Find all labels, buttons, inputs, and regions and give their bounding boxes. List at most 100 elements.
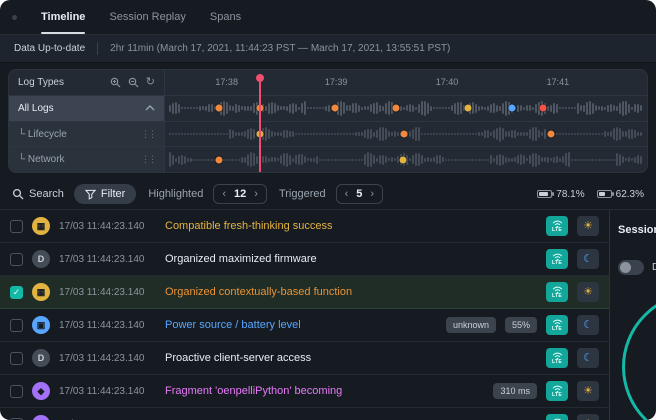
highlighted-prev-icon[interactable]: ‹ [222,189,226,200]
row-checkbox[interactable] [10,352,23,365]
row-checkbox[interactable]: ✓ [10,286,23,299]
event-marker-dot[interactable] [215,105,222,112]
search-label: Search [29,188,64,200]
event-marker-dot[interactable] [508,105,515,112]
drag-handle-icon[interactable]: ⋮⋮ [141,129,155,140]
lte-button[interactable]: LTE [546,315,568,335]
battery-icon [597,190,612,198]
app-window: Timeline Session Replay Spans Data Up-to-d… [0,0,656,420]
battery-stat: 78.1% [537,189,584,200]
row-message: Fragment 'oenpelliPython' becoming [165,385,484,397]
timeline-tracks-area: 17:3817:3917:4017:41 [165,70,647,172]
event-marker-dot[interactable] [215,156,222,163]
event-marker-dot[interactable] [547,131,554,138]
tab-timeline[interactable]: Timeline [41,0,85,34]
track-all-logs [165,95,647,121]
log-row[interactable]: ▣17/03 11:44:23.140Power source / batter… [0,309,609,342]
filter-label: Filter [101,188,125,200]
timeline-panel: Log Types ↻ All Logs└ Lifecycle⋮⋮└ Netwo… [8,69,648,173]
log-row[interactable]: ▦17/03 11:44:23.140Compatible fresh-thin… [0,210,609,243]
event-marker-dot[interactable] [400,156,407,163]
reset-zoom-icon[interactable]: ↻ [146,77,155,88]
session-toggle[interactable] [618,260,644,275]
moon-icon-button[interactable]: ☾ [577,249,599,269]
log-type-icon: ▣ [32,316,50,334]
filter-bar: Search Filter Highlighted ‹ 12 › Trigger… [0,179,656,209]
tab-spans[interactable]: Spans [210,0,241,34]
log-type-row-network[interactable]: └ Network ⋮⋮ [9,146,164,172]
event-marker-dot[interactable] [540,105,547,112]
data-status-label: Data Up-to-date [14,43,85,54]
row-checkbox[interactable] [10,385,23,398]
log-row[interactable]: D17/03 11:44:23.140Organized maximized f… [0,243,609,276]
chevron-up-icon[interactable] [145,103,155,114]
log-row[interactable]: ◆17/03 11:44:23.140Fragment 'oenpelliPyt… [0,375,609,408]
triggered-value: 5 [356,188,362,200]
moon-icon-button[interactable]: ☾ [577,315,599,335]
moon-icon-button[interactable]: ☾ [577,348,599,368]
log-type-label: └ Network [18,154,65,165]
drag-handle-icon[interactable]: ⋮⋮ [141,154,155,165]
lte-button[interactable]: LTE [546,414,568,420]
lte-button[interactable]: LTE [546,348,568,368]
lte-button[interactable]: LTE [546,216,568,236]
log-type-icon: ◆ [32,382,50,400]
tabs-bar: Timeline Session Replay Spans [0,0,656,34]
data-range-bar: Data Up-to-date 2hr 11min (March 17, 202… [0,34,656,63]
session-panel: Session Replay Dark [609,210,656,420]
sun-icon-button[interactable]: ☀ [577,216,599,236]
axis-tick-label: 17:40 [436,77,459,87]
row-message: Proactive client-server access [165,352,537,364]
filter-button[interactable]: Filter [74,184,136,204]
sun-icon-button[interactable]: ☀ [577,414,599,420]
search-button[interactable]: Search [12,188,64,200]
log-type-icon: ▦ [32,283,50,301]
zoom-out-icon[interactable] [128,77,139,88]
lte-button[interactable]: LTE [546,381,568,401]
log-row[interactable]: ◆17/03 11:44:23.140LTE☀ [0,408,609,420]
log-type-row-all-logs[interactable]: All Logs [9,95,164,121]
log-row[interactable]: D17/03 11:44:23.140Proactive client-serv… [0,342,609,375]
toggle-label: Dark [652,262,656,273]
row-badge: 55% [505,317,537,333]
row-badge: 310 ms [493,383,537,399]
log-type-label: All Logs [18,103,54,114]
app-dot-icon [12,15,17,20]
log-type-row-lifecycle[interactable]: └ Lifecycle ⋮⋮ [9,121,164,147]
triggered-next-icon[interactable]: › [370,189,374,200]
playhead-marker[interactable] [259,78,261,172]
row-timestamp: 17/03 11:44:23.140 [59,287,156,298]
battery-value: 78.1% [556,189,584,200]
row-checkbox[interactable] [10,220,23,233]
triggered-prev-icon[interactable]: ‹ [345,189,349,200]
row-message: Compatible fresh-thinking success [165,220,537,232]
device-stats: 78.1%62.3% [537,189,644,200]
event-marker-dot[interactable] [465,105,472,112]
lte-button[interactable]: LTE [546,282,568,302]
lte-button[interactable]: LTE [546,249,568,269]
time-axis: 17:3817:3917:4017:41 [165,70,647,95]
highlighted-next-icon[interactable]: › [254,189,258,200]
track-lifecycle [165,121,647,147]
triggered-stepper: ‹ 5 › [336,184,383,204]
highlighted-label: Highlighted [148,188,203,200]
log-type-label: └ Lifecycle [18,129,67,140]
row-timestamp: 17/03 11:44:23.140 [59,320,156,331]
toggle-knob [620,262,631,273]
event-marker-dot[interactable] [392,105,399,112]
log-type-icon: D [32,250,50,268]
sun-icon-button[interactable]: ☀ [577,282,599,302]
zoom-in-icon[interactable] [110,77,121,88]
highlighted-stepper: ‹ 12 › [213,184,267,204]
triggered-label: Triggered [279,188,326,200]
row-checkbox[interactable] [10,253,23,266]
log-type-icon: D [32,349,50,367]
log-table: ▦ 17/03 11:44:23.140 Compatible fresh-thin… [0,210,609,420]
tab-session-replay[interactable]: Session Replay [109,0,185,34]
event-marker-dot[interactable] [331,105,338,112]
tracks-container [165,95,647,172]
sun-icon-button[interactable]: ☀ [577,381,599,401]
row-checkbox[interactable] [10,319,23,332]
log-row[interactable]: ✓▦17/03 11:44:23.140Organized contextual… [0,276,609,309]
event-marker-dot[interactable] [400,131,407,138]
